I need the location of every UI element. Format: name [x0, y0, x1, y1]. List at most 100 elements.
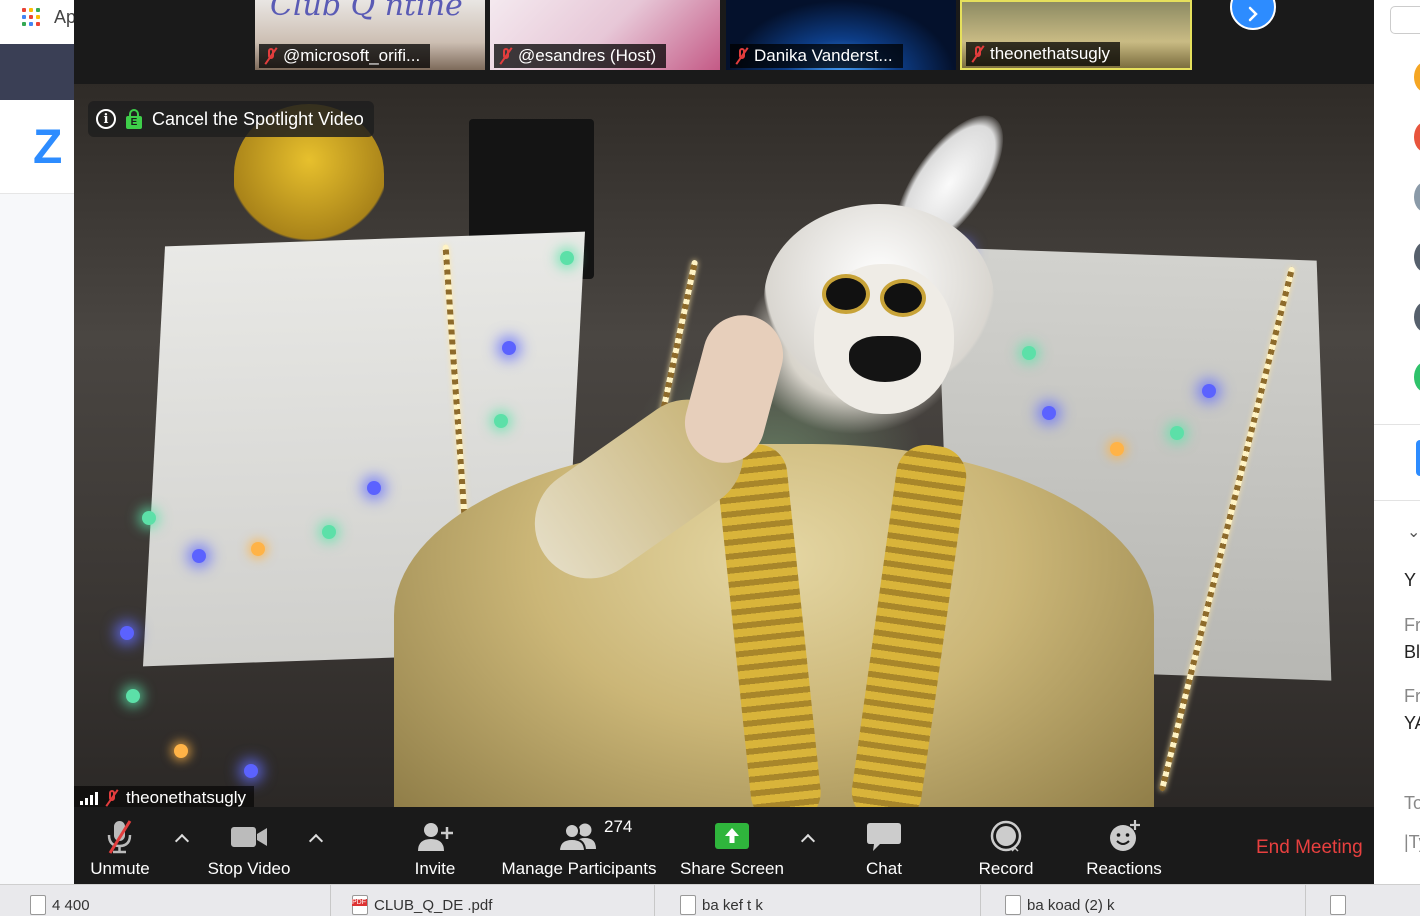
video-performer-mouth: [849, 336, 921, 382]
video-light-bulb: [244, 764, 258, 778]
download-item[interactable]: ba kef t k: [680, 893, 970, 917]
video-light-bulb: [1022, 346, 1036, 360]
chat-line: Bl: [1404, 642, 1420, 662]
chevron-down-icon[interactable]: ⌄: [1407, 522, 1420, 542]
video-camera-icon: [229, 819, 269, 855]
browser-page-body: [0, 194, 80, 884]
share-options-caret[interactable]: [800, 831, 816, 847]
dock-separator: [654, 885, 655, 916]
participants-count-badge: 274: [604, 817, 633, 836]
smiley-plus-icon: [1104, 819, 1144, 855]
info-icon[interactable]: i: [96, 109, 116, 129]
chat-bubble-icon: [864, 819, 904, 855]
avatar: [1414, 362, 1420, 392]
video-light-bulb: [1110, 442, 1124, 456]
gallery-strip: Club Q ntine @microsoft_orifi... @esandr…: [74, 0, 1374, 84]
record-button[interactable]: Record: [974, 815, 1038, 879]
audio-options-caret[interactable]: [174, 831, 190, 847]
avatar: [1414, 62, 1420, 92]
video-performer-sunglasses: [822, 274, 870, 314]
download-item[interactable]: ba koad (2) k: [1005, 893, 1295, 917]
participant-thumbnail[interactable]: Club Q ntine @microsoft_orifi...: [255, 0, 485, 70]
video-performer-sunglasses: [880, 279, 926, 317]
muted-mic-icon: [106, 789, 118, 806]
chat-line: Fr: [1404, 615, 1420, 635]
end-meeting-button[interactable]: End Meeting: [1256, 837, 1363, 859]
browser-bookmarks-bar: Ap: [0, 0, 80, 45]
spotlight-video[interactable]: i Cancel the Spotlight Video theonethats…: [74, 84, 1374, 807]
muted-mic-icon: [736, 48, 748, 64]
video-light-bulb: [126, 689, 140, 703]
video-light-bulb: [502, 341, 516, 355]
chat-button[interactable]: Chat: [862, 815, 906, 879]
unmute-button[interactable]: Unmute: [88, 815, 152, 879]
participant-thumbnail[interactable]: Danika Vanderst...: [726, 0, 956, 70]
avatar: [1414, 122, 1420, 152]
background-chat-panel: ⌄ Y Fr Bl Fr YA To |Ty: [1374, 0, 1420, 885]
video-light-bulb: [120, 626, 134, 640]
zoom-meeting-window: Club Q ntine @microsoft_orifi... @esandr…: [74, 0, 1374, 884]
spotlight-banner: i Cancel the Spotlight Video: [88, 101, 374, 137]
invite-button[interactable]: Invite: [410, 815, 460, 879]
chat-to-label: To: [1404, 793, 1420, 813]
apps-bookmark-label[interactable]: Ap: [54, 7, 76, 28]
chat-line: Y: [1404, 570, 1417, 590]
dock-separator: [330, 885, 331, 916]
document-icon: [30, 895, 46, 915]
chat-line: Fr: [1404, 686, 1420, 706]
video-light-bulb: [322, 525, 336, 539]
download-item[interactable]: 4 400: [30, 893, 320, 917]
avatar: [1414, 302, 1420, 332]
apps-grid-icon[interactable]: [22, 8, 40, 26]
participant-name-tag: Danika Vanderst...: [730, 44, 903, 68]
video-light-bulb: [367, 481, 381, 495]
download-item[interactable]: [1330, 893, 1410, 917]
panel-divider: [1374, 424, 1420, 425]
thumbnail-overlay-text: Club Q ntine: [270, 0, 463, 23]
panel-divider: [1374, 500, 1420, 501]
video-light-bulb: [142, 511, 156, 525]
manage-participants-button[interactable]: Manage Participants: [499, 815, 659, 879]
background-search-box[interactable]: [1390, 6, 1420, 34]
video-options-caret[interactable]: [308, 831, 324, 847]
participant-thumbnail[interactable]: @esandres (Host): [490, 0, 720, 70]
participants-icon: [557, 819, 601, 855]
muted-mic-icon: [500, 48, 512, 64]
active-speaker-thumbnail[interactable]: theonethatsugly: [960, 0, 1192, 70]
downloads-bar: 4 400 CLUB_Q_DE .pdf ba kef t k ba koad …: [0, 884, 1420, 916]
chat-line: YA: [1404, 713, 1420, 733]
muted-mic-icon: [265, 48, 277, 64]
meeting-toolbar: Unmute Stop Video Invite Manage Particip…: [74, 807, 1374, 884]
video-light-bulb: [1170, 426, 1184, 440]
active-speaker-name-tag: theonethatsugly: [74, 786, 255, 807]
dock-separator: [1305, 885, 1306, 916]
signal-strength-icon: [80, 791, 98, 805]
muted-microphone-icon: [100, 819, 140, 855]
video-light-bulb: [494, 414, 508, 428]
cancel-spotlight-button[interactable]: Cancel the Spotlight Video: [152, 109, 364, 130]
record-icon: [986, 819, 1026, 855]
reactions-button[interactable]: Reactions: [1084, 815, 1164, 879]
chat-input[interactable]: |Ty: [1404, 832, 1420, 853]
avatar: [1414, 242, 1420, 272]
participant-name-tag: @microsoft_orifi...: [259, 44, 431, 68]
share-screen-button[interactable]: Share Screen: [680, 815, 784, 879]
download-item[interactable]: CLUB_Q_DE .pdf: [352, 893, 642, 917]
participant-name-tag: @esandres (Host): [494, 44, 667, 68]
avatar: [1414, 182, 1420, 212]
dock-separator: [980, 885, 981, 916]
document-icon: [1330, 895, 1346, 915]
share-screen-icon: [712, 819, 752, 855]
browser-page-header: [0, 44, 80, 100]
add-person-icon: [415, 819, 455, 855]
encryption-lock-icon[interactable]: [126, 109, 142, 129]
document-icon: [1005, 895, 1021, 915]
video-light-bulb: [560, 251, 574, 265]
pdf-icon: [352, 895, 368, 915]
chevron-right-icon[interactable]: [1230, 0, 1276, 30]
video-light-bulb: [192, 549, 206, 563]
stop-video-button[interactable]: Stop Video: [204, 815, 294, 879]
muted-mic-icon: [972, 46, 984, 62]
video-light-bulb: [251, 542, 265, 556]
video-light-bulb: [1202, 384, 1216, 398]
